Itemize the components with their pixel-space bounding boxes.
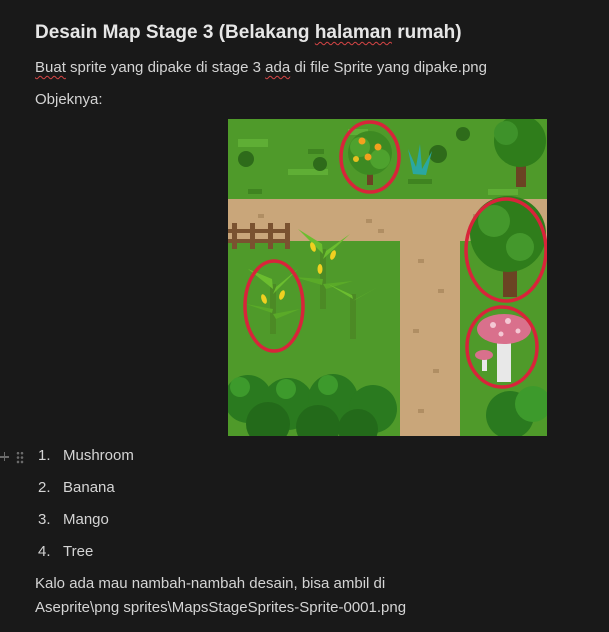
title-part-1: Desain Map Stage 3 (Belakang [35, 22, 315, 43]
add-block-icon[interactable] [0, 450, 10, 464]
intro-paragraph: Buat sprite yang dipake di stage 3 ada d… [35, 59, 487, 76]
list-item-label: Mango [63, 511, 109, 528]
list-item: 2. Banana [38, 479, 134, 511]
block-handle[interactable] [0, 448, 24, 466]
map-stage-svg [228, 119, 547, 436]
list-number: 2. [38, 479, 51, 496]
list-item: 4. Tree [38, 543, 134, 575]
list-item: 3. Mango [38, 511, 134, 543]
list-number: 3. [38, 511, 51, 528]
list-item-label: Tree [63, 543, 94, 560]
objects-label: Objeknya: [35, 91, 103, 108]
intro-misspelled-word-1: Buat [35, 59, 66, 76]
intro-middle-text: sprite yang dipake di stage 3 [65, 59, 266, 76]
title-misspelled-word: halaman [314, 22, 392, 43]
intro-end-text: di file Sprite yang dipake.png [290, 59, 487, 76]
map-stage-image[interactable] [228, 119, 547, 436]
list-number: 1. [38, 447, 51, 464]
title-part-2: rumah) [391, 22, 462, 43]
intro-misspelled-word-2: ada [265, 59, 291, 76]
page-title: Desain Map Stage 3 (Belakang halaman rum… [35, 22, 462, 44]
footer-line-2: Aseprite\png sprites\MapsStageSprites-Sp… [35, 599, 407, 616]
list-item-label: Mushroom [63, 447, 134, 464]
list-number: 4. [38, 543, 51, 560]
document-page: Desain Map Stage 3 (Belakang halaman rum… [0, 0, 609, 632]
dirt-path-vertical [400, 199, 460, 436]
drag-handle-icon[interactable] [16, 450, 24, 464]
objects-list: 1. Mushroom 2. Banana 3. Mango 4. Tree [38, 447, 134, 575]
list-item: 1. Mushroom [38, 447, 134, 479]
list-item-label: Banana [63, 479, 115, 496]
footer-line-1: Kalo ada mau nambah-nambah desain, bisa … [35, 575, 386, 592]
